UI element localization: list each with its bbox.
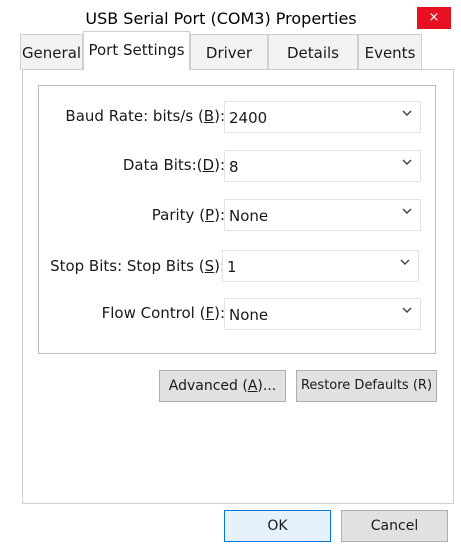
baud-rate-label: Baud Rate: bits/s (B): xyxy=(65,107,225,125)
tab-details[interactable]: Details xyxy=(268,34,358,70)
flow-control-value: None xyxy=(229,306,269,324)
tab-general[interactable]: General xyxy=(20,34,83,70)
chevron-down-icon xyxy=(402,307,412,314)
tab-label: Port Settings xyxy=(88,41,185,59)
stop-bits-select[interactable]: 1 xyxy=(222,250,419,282)
data-bits-value: 8 xyxy=(229,158,239,176)
tab-label: Driver xyxy=(205,44,253,62)
data-bits-select[interactable]: 8 xyxy=(224,150,421,182)
ok-button[interactable]: OK xyxy=(224,510,331,542)
advanced-button[interactable]: Advanced (A)... xyxy=(159,370,286,402)
chevron-down-icon xyxy=(402,208,412,215)
parity-select[interactable]: None xyxy=(224,199,421,231)
restore-defaults-button[interactable]: Restore Defaults (R) xyxy=(296,370,437,402)
stop-bits-label: Stop Bits: Stop Bits (S): xyxy=(50,257,225,275)
window-title: USB Serial Port (COM3) Properties xyxy=(85,9,357,28)
flow-control-select[interactable]: None xyxy=(224,298,421,330)
stop-bits-value: 1 xyxy=(227,258,237,276)
tab-events[interactable]: Events xyxy=(358,34,422,70)
parity-label: Parity (P): xyxy=(151,206,225,224)
chevron-down-icon xyxy=(402,159,412,166)
tab-label: Events xyxy=(364,44,416,62)
baud-rate-select[interactable]: 2400 xyxy=(224,101,421,133)
flow-control-label: Flow Control (F): xyxy=(101,304,225,322)
chevron-down-icon xyxy=(402,110,412,117)
tab-port-settings[interactable]: Port Settings xyxy=(83,31,190,70)
cancel-button[interactable]: Cancel xyxy=(341,510,448,542)
close-button[interactable]: × xyxy=(417,7,451,29)
baud-rate-value: 2400 xyxy=(229,109,268,127)
data-bits-label: Data Bits:(D): xyxy=(122,156,225,174)
parity-value: None xyxy=(229,207,269,225)
tab-label: General xyxy=(21,44,82,62)
chevron-down-icon xyxy=(400,259,410,266)
tab-label: Details xyxy=(286,44,339,62)
tab-driver[interactable]: Driver xyxy=(190,34,268,70)
